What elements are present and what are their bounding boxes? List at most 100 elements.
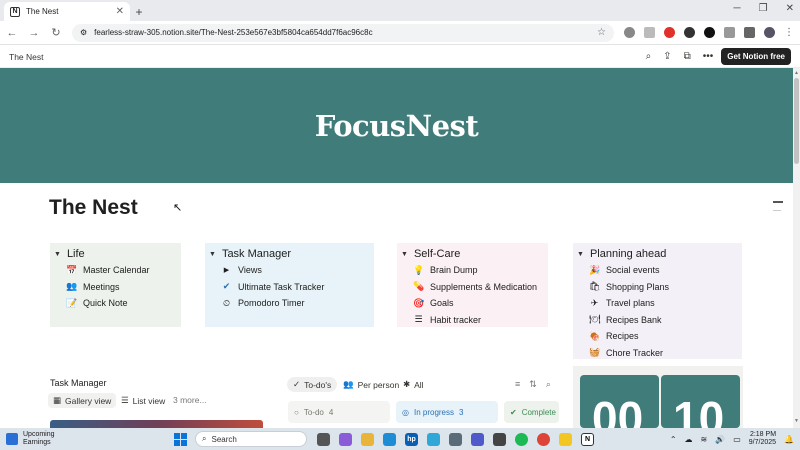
chrome-icon[interactable]	[537, 432, 550, 446]
list-icon: ☰	[414, 314, 423, 325]
maximize-icon[interactable]: ❐	[759, 3, 768, 14]
new-tab-button[interactable]: +	[130, 2, 148, 21]
cast-icon[interactable]	[744, 27, 755, 38]
task-view-icon[interactable]	[317, 432, 330, 446]
browser-tab[interactable]: N The Nest ✕	[4, 2, 130, 21]
profile-avatar-icon[interactable]	[764, 27, 775, 38]
toggle-task-manager[interactable]: ▼ Task Manager	[209, 246, 370, 262]
item-label: Social events	[606, 265, 660, 276]
forward-icon[interactable]: →	[28, 27, 40, 39]
widget-news[interactable]: Upcoming Earnings	[6, 431, 166, 447]
clock[interactable]: 2:18 PM 9/7/2025	[749, 431, 776, 447]
lens-icon[interactable]	[624, 27, 635, 38]
file-explorer-icon[interactable]	[361, 432, 374, 446]
back-icon[interactable]: ←	[6, 27, 18, 39]
scrollbar-thumb[interactable]	[794, 78, 799, 164]
more-views-button[interactable]: 3 more...	[168, 393, 212, 407]
breadcrumb[interactable]: The Nest	[9, 52, 646, 62]
hp-icon[interactable]: hp	[405, 432, 418, 446]
get-notion-free-button[interactable]: Get Notion free	[721, 48, 791, 65]
column-title: Planning ahead	[589, 248, 667, 260]
app-gray-icon[interactable]	[449, 432, 462, 446]
minimize-icon[interactable]: ─	[734, 3, 741, 14]
toggle-life[interactable]: ▼ Life	[54, 246, 177, 262]
notion-icon[interactable]: N	[581, 432, 594, 446]
tab-gallery-view[interactable]: ▦ Gallery view	[48, 393, 117, 408]
filter-icon[interactable]: ≡	[515, 379, 520, 390]
translate-icon[interactable]	[644, 27, 655, 38]
timer-minutes-digits: 00	[592, 392, 644, 428]
gallery-card-cover[interactable]	[50, 420, 263, 428]
reload-icon[interactable]: ↻	[50, 26, 62, 39]
close-tab-icon[interactable]: ✕	[116, 6, 124, 17]
view-label: List view	[132, 395, 166, 406]
volume-icon[interactable]: 🔊	[715, 435, 725, 444]
app-blue-icon[interactable]	[427, 432, 440, 446]
cloud-icon[interactable]: ☁	[685, 435, 693, 444]
sticky-notes-icon[interactable]	[559, 432, 572, 446]
bookmark-star-icon[interactable]: ☆	[597, 27, 606, 38]
column-self-care: ▼ Self-Care 💡 Brain Dump 💊 Supplements & M…	[397, 243, 548, 327]
tab-per-person[interactable]: 👥 Per person	[337, 377, 405, 392]
share-icon[interactable]: ⇪	[663, 51, 671, 62]
check-icon: ✓	[293, 379, 301, 389]
more-icon[interactable]: •••	[703, 51, 714, 62]
taskbar-search[interactable]: ⌕ Search	[195, 431, 307, 447]
link-master-calendar[interactable]: 📅 Master Calendar	[54, 262, 177, 279]
link-supplements-medication[interactable]: 💊 Supplements & Medication	[401, 279, 544, 296]
board-column-todo[interactable]: ○ To-do 4	[288, 401, 390, 423]
link-recipes[interactable]: 🍖 Recipes	[577, 328, 738, 345]
search-icon[interactable]: ⌕	[546, 379, 551, 390]
teams-icon[interactable]	[471, 432, 484, 446]
wifi-icon[interactable]: ≋	[701, 435, 708, 444]
table-of-contents[interactable]	[773, 201, 783, 218]
chevron-up-icon[interactable]: ⌃	[670, 435, 677, 444]
link-quick-note[interactable]: 📝 Quick Note	[54, 295, 177, 312]
link-travel-plans[interactable]: ✈ Travel plans	[577, 295, 738, 312]
link-brain-dump[interactable]: 💡 Brain Dump	[401, 262, 544, 279]
link-social-events[interactable]: 🎉 Social events	[577, 262, 738, 279]
windows-start-icon[interactable]	[174, 432, 187, 446]
toggle-self-care[interactable]: ▼ Self-Care	[401, 246, 544, 262]
link-chore-tracker[interactable]: 🧺 Chore Tracker	[577, 345, 738, 362]
toggle-triangle-icon[interactable]: ▼	[401, 251, 408, 258]
toggle-planning-ahead[interactable]: ▼ Planning ahead	[577, 246, 738, 262]
toggle-triangle-icon[interactable]: ▼	[54, 251, 61, 258]
link-pomodoro-timer[interactable]: ⏲ Pomodoro Timer	[209, 295, 370, 312]
link-recipes-bank[interactable]: 🍽 Recipes Bank	[577, 312, 738, 329]
spotify-icon[interactable]	[515, 432, 528, 446]
extensions-puzzle-icon[interactable]	[724, 27, 735, 38]
link-habit-tracker[interactable]: ☰ Habit tracker	[401, 312, 544, 329]
tab-all[interactable]: ✱ All	[397, 377, 430, 392]
duplicate-icon[interactable]: ⧉	[684, 51, 691, 62]
menu-dots-icon[interactable]: ⋮	[784, 27, 794, 38]
extension-red-icon[interactable]	[664, 27, 675, 38]
toggle-triangle-icon[interactable]: ▼	[577, 251, 584, 258]
copilot-icon[interactable]	[339, 432, 352, 446]
link-shopping-plans[interactable]: 🛍 Shopping Plans	[577, 279, 738, 296]
search-icon[interactable]: ⌕	[646, 51, 652, 62]
scroll-down-icon[interactable]: ▼	[794, 418, 799, 424]
board-column-in-progress[interactable]: ◎ In progress 3	[396, 401, 498, 423]
notification-icon[interactable]: 🔔	[784, 435, 794, 444]
database-title[interactable]: Task Manager	[50, 378, 107, 388]
sort-icon[interactable]: ⇅	[529, 379, 537, 390]
extension-globe-icon[interactable]	[684, 27, 695, 38]
tab-todos[interactable]: ✓ To-do's	[287, 377, 338, 392]
toggle-triangle-icon[interactable]: ▼	[209, 251, 216, 258]
board-column-complete[interactable]: ✔ Complete	[504, 401, 559, 423]
tab-list-view[interactable]: ☰ List view	[116, 393, 170, 408]
site-info-icon[interactable]: ⚙	[80, 28, 87, 37]
extension-dark-icon[interactable]	[704, 27, 715, 38]
app-box-icon[interactable]	[493, 432, 506, 446]
close-window-icon[interactable]: ✕	[786, 3, 794, 14]
toggle-views[interactable]: ▶ Views	[209, 262, 370, 279]
address-bar[interactable]: ⚙ fearless-straw-305.notion.site/The-Nes…	[72, 23, 614, 42]
battery-icon[interactable]: ▭	[733, 435, 741, 444]
scroll-up-icon[interactable]: ▲	[794, 70, 799, 76]
edge-icon[interactable]	[383, 432, 396, 446]
plate-icon: 🍽	[589, 314, 601, 325]
link-meetings[interactable]: 👥 Meetings	[54, 279, 177, 296]
link-ultimate-task-tracker[interactable]: ✔ Ultimate Task Tracker	[209, 279, 370, 296]
link-goals[interactable]: 🎯 Goals	[401, 295, 544, 312]
